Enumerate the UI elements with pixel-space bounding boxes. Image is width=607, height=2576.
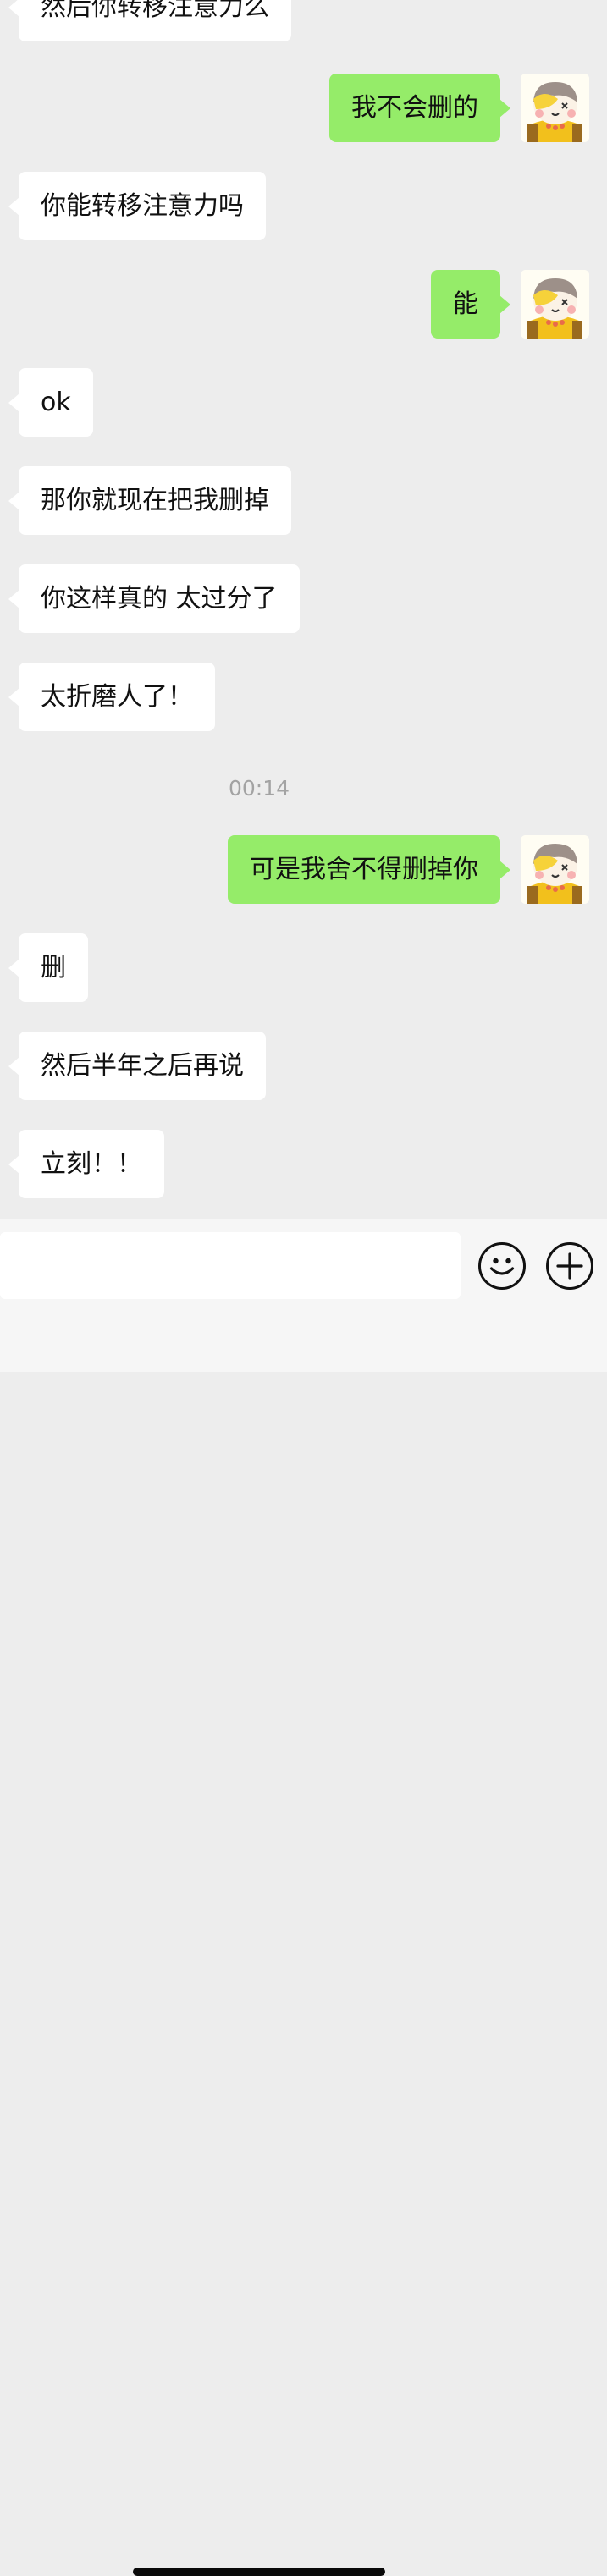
message-incoming[interactable]: 删 — [8, 933, 88, 1002]
message-incoming[interactable]: ok — [8, 368, 93, 437]
user-avatar[interactable] — [521, 835, 589, 904]
message-incoming[interactable]: 那你就现在把我删掉 — [8, 466, 291, 535]
emoji-button[interactable] — [478, 1242, 526, 1290]
message-incoming[interactable]: 太折磨人了！ — [8, 663, 215, 731]
hamster-avatar-icon — [521, 270, 589, 339]
message-outgoing[interactable]: 可是我舍不得删掉你 — [228, 835, 510, 904]
message-text: 你这样真的 太过分了 — [41, 584, 278, 614]
message-text: 太折磨人了！ — [41, 682, 193, 712]
message-text: 能 — [453, 289, 478, 319]
message-incoming[interactable]: 你能转移注意力吗 — [8, 172, 266, 240]
home-indicator — [133, 2568, 385, 2576]
user-avatar[interactable] — [521, 74, 589, 142]
hamster-avatar-icon — [521, 74, 589, 142]
plus-circle-icon — [556, 1252, 583, 1280]
message-timestamp: 00:14 — [228, 776, 290, 801]
more-button[interactable] — [546, 1242, 593, 1290]
input-bar — [0, 1219, 607, 2576]
message-text: 我不会删的 — [351, 93, 478, 123]
message-outgoing[interactable]: 我不会删的 — [329, 74, 510, 142]
smiley-icon — [489, 1258, 515, 1275]
message-incoming[interactable]: 立刻！！ — [8, 1130, 164, 1198]
hamster-avatar-icon — [521, 835, 589, 904]
message-text: 立刻！！ — [41, 1149, 142, 1179]
message-text: 你能转移注意力吗 — [41, 191, 244, 221]
message-incoming[interactable]: 你这样真的 太过分了 — [8, 564, 300, 633]
message-text: 然后你转移注意力么 — [41, 0, 269, 22]
message-incoming[interactable]: 然后半年之后再说 — [8, 1032, 266, 1100]
message-text: 删 — [41, 953, 66, 983]
message-text: 然后半年之后再说 — [41, 1051, 244, 1081]
message-text: ok — [41, 388, 71, 417]
chat-area[interactable]: 然后你转移注意力么 我不会删的 你能转移注意力吗 能 ok 那你就现在把我删掉 … — [0, 0, 607, 1219]
message-incoming-partial[interactable]: 然后你转移注意力么 — [8, 0, 291, 41]
message-text: 那你就现在把我删掉 — [41, 486, 269, 515]
message-text: 可是我舍不得删掉你 — [250, 855, 478, 884]
message-input[interactable] — [0, 1232, 461, 1299]
user-avatar[interactable] — [521, 270, 589, 339]
message-outgoing[interactable]: 能 — [431, 270, 510, 339]
